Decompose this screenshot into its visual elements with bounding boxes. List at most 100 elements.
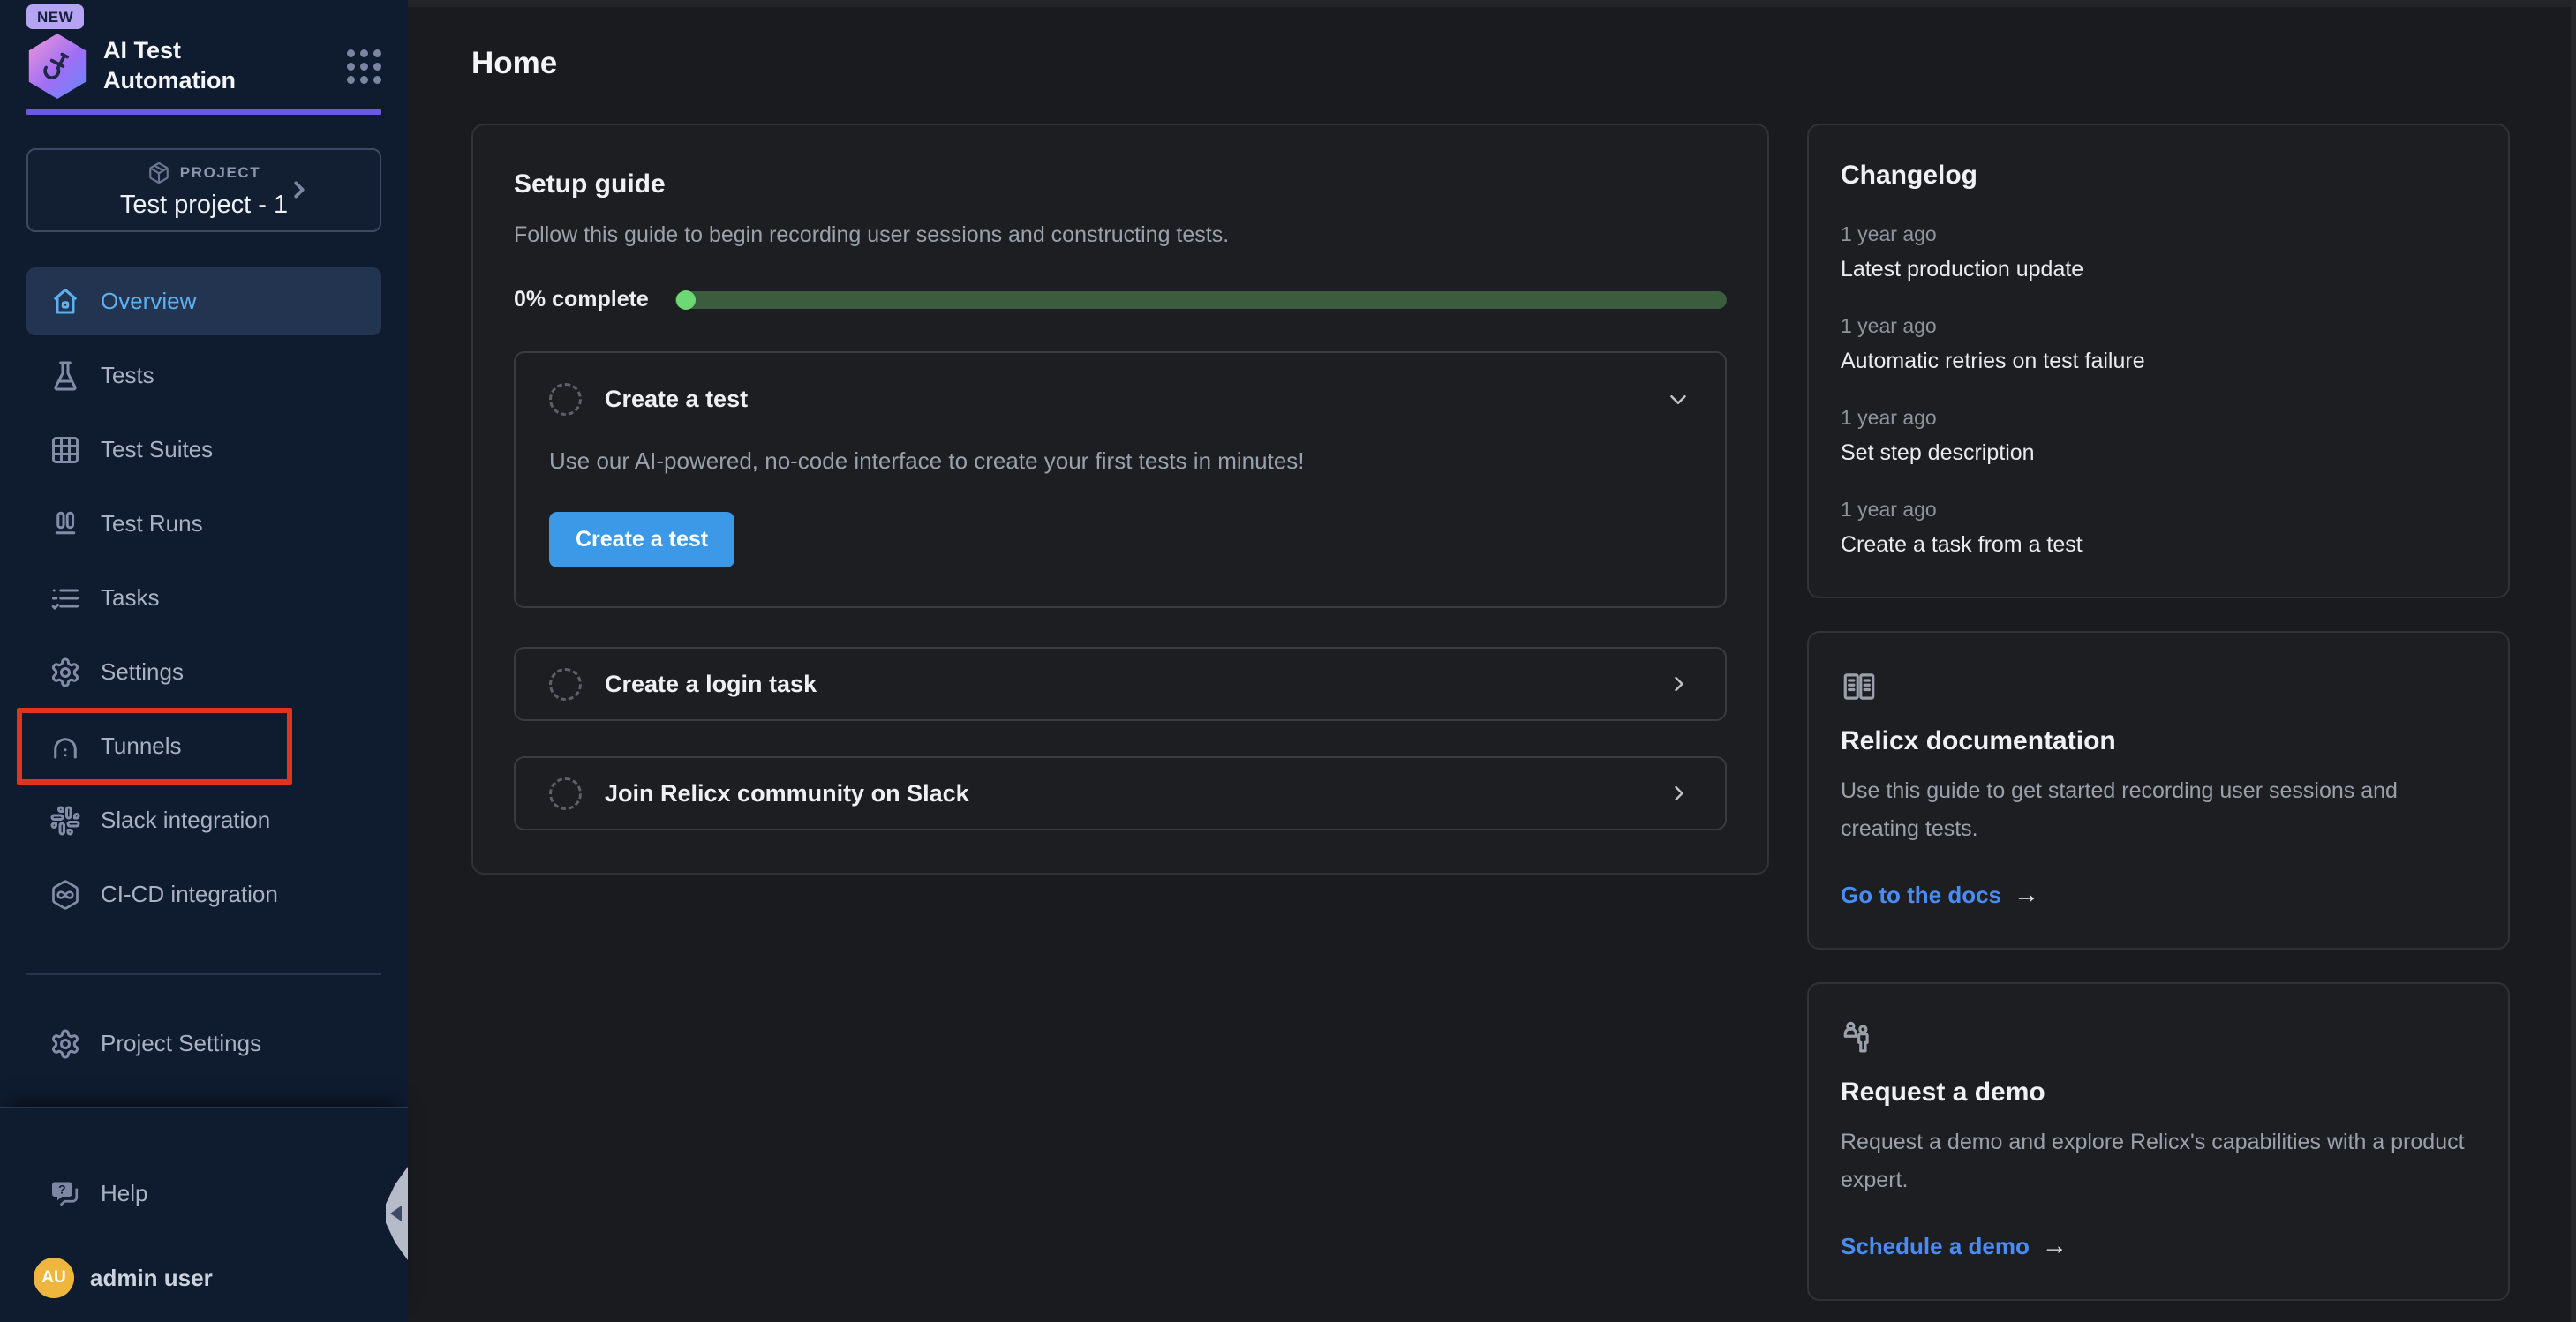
changelog-entry: 1 year ago Create a task from a test bbox=[1841, 498, 2476, 558]
progress-bar bbox=[675, 291, 1727, 309]
help-chat-icon: ? bbox=[49, 1178, 81, 1210]
task-list-icon bbox=[49, 582, 81, 614]
changelog-entry: 1 year ago Set step description bbox=[1841, 406, 2476, 466]
changelog-text: Create a task from a test bbox=[1841, 532, 2476, 558]
infinity-hexagon-icon bbox=[49, 879, 81, 911]
changelog-text: Set step description bbox=[1841, 440, 2476, 466]
sidebar-item-label: Settings bbox=[101, 658, 184, 686]
user-name: admin user bbox=[90, 1265, 213, 1292]
changelog-title: Changelog bbox=[1841, 161, 2476, 191]
setup-guide-card: Setup guide Follow this guide to begin r… bbox=[471, 124, 1769, 875]
documentation-description: Use this guide to get started recording … bbox=[1841, 772, 2476, 848]
sidebar-item-settings[interactable]: Settings bbox=[26, 638, 381, 706]
setup-step-join-slack-community[interactable]: Join Relicx community on Slack bbox=[514, 756, 1727, 830]
right-column: Changelog 1 year ago Latest production u… bbox=[1807, 124, 2510, 1301]
sidebar-item-label: Tests bbox=[101, 362, 154, 389]
arrow-right-icon: → bbox=[2042, 1234, 2068, 1259]
setup-progress: 0% complete bbox=[514, 287, 1727, 312]
app-title: AI Test Automation bbox=[103, 36, 276, 96]
sidebar-item-label: Overview bbox=[101, 288, 196, 315]
chevron-right-icon bbox=[1667, 672, 1691, 696]
go-to-docs-link-row[interactable]: Go to the docs → bbox=[1841, 882, 2476, 909]
app-logo-icon bbox=[26, 34, 88, 99]
sidebar-item-label: Slack integration bbox=[101, 807, 270, 834]
tunnel-icon bbox=[49, 731, 81, 762]
schedule-demo-link[interactable]: Schedule a demo bbox=[1841, 1233, 2030, 1260]
user-menu[interactable]: AU admin user bbox=[26, 1258, 381, 1298]
users-icon bbox=[1841, 1019, 2476, 1056]
new-badge: NEW bbox=[26, 4, 84, 29]
setup-step-header[interactable]: Create a test bbox=[549, 383, 1691, 416]
setup-step-title: Create a login task bbox=[605, 671, 817, 698]
svg-text:?: ? bbox=[58, 1183, 66, 1197]
changelog-entry: 1 year ago Automatic retries on test fai… bbox=[1841, 314, 2476, 374]
page-title: Home bbox=[471, 46, 2510, 81]
sidebar-item-label: CI-CD integration bbox=[101, 881, 278, 908]
setup-guide-title: Setup guide bbox=[514, 169, 1727, 199]
sidebar-item-overview[interactable]: Overview bbox=[26, 267, 381, 335]
project-label: PROJECT bbox=[180, 164, 261, 182]
incomplete-step-icon bbox=[549, 777, 582, 810]
setup-guide-description: Follow this guide to begin recording use… bbox=[514, 222, 1727, 248]
documentation-title: Relicx documentation bbox=[1841, 726, 2476, 756]
setup-step-create-a-test: Create a test Use our AI-powered, no-cod… bbox=[514, 351, 1727, 608]
progress-dot bbox=[676, 290, 696, 310]
request-demo-title: Request a demo bbox=[1841, 1078, 2476, 1108]
request-demo-description: Request a demo and explore Relicx's capa… bbox=[1841, 1123, 2476, 1199]
sidebar-item-test-suites[interactable]: Test Suites bbox=[26, 416, 381, 484]
request-demo-card: Request a demo Request a demo and explor… bbox=[1807, 982, 2510, 1301]
home-icon bbox=[49, 286, 81, 318]
changelog-text: Latest production update bbox=[1841, 257, 2476, 282]
open-book-icon bbox=[1841, 668, 2476, 705]
sidebar-item-tunnels[interactable]: Tunnels bbox=[26, 712, 381, 780]
sidebar-item-label: Tasks bbox=[101, 584, 159, 612]
changelog-card: Changelog 1 year ago Latest production u… bbox=[1807, 124, 2510, 598]
help-button[interactable]: ? Help bbox=[26, 1160, 381, 1228]
changelog-time: 1 year ago bbox=[1841, 314, 2476, 338]
setup-step-create-a-login-task[interactable]: Create a login task bbox=[514, 647, 1727, 721]
changelog-entry: 1 year ago Latest production update bbox=[1841, 222, 2476, 282]
go-to-docs-link[interactable]: Go to the docs bbox=[1841, 882, 2001, 909]
collapse-left-arrow-icon bbox=[390, 1206, 402, 1221]
table-grid-icon bbox=[49, 434, 81, 466]
gear-icon bbox=[49, 657, 81, 688]
create-a-test-button[interactable]: Create a test bbox=[549, 512, 734, 567]
sidebar-item-label: Test Runs bbox=[101, 510, 203, 537]
schedule-demo-link-row[interactable]: Schedule a demo → bbox=[1841, 1233, 2476, 1260]
documentation-card: Relicx documentation Use this guide to g… bbox=[1807, 631, 2510, 950]
brand-divider bbox=[26, 109, 381, 115]
main-content: Home Setup guide Follow this guide to be… bbox=[408, 0, 2576, 1322]
sidebar-item-slack-integration[interactable]: Slack integration bbox=[26, 786, 381, 854]
project-selector[interactable]: PROJECT Test project - 1 bbox=[26, 148, 381, 232]
chevron-right-icon bbox=[286, 177, 313, 203]
help-label: Help bbox=[101, 1180, 147, 1207]
sidebar-item-label: Project Settings bbox=[101, 1030, 261, 1057]
slack-icon bbox=[49, 805, 81, 837]
flask-icon bbox=[49, 360, 81, 392]
sidebar-item-cicd-integration[interactable]: CI-CD integration bbox=[26, 860, 381, 928]
sidebar: NEW AI Test Automation PROJECT Test proj bbox=[0, 0, 408, 1322]
project-name: Test project - 1 bbox=[120, 191, 288, 220]
chevron-right-icon bbox=[1667, 781, 1691, 806]
gear-icon bbox=[49, 1028, 81, 1060]
setup-step-description: Use our AI-powered, no-code interface to… bbox=[549, 447, 1691, 475]
sidebar-item-test-runs[interactable]: Test Runs bbox=[26, 490, 381, 558]
sidebar-item-tests[interactable]: Tests bbox=[26, 342, 381, 409]
incomplete-step-icon bbox=[549, 383, 582, 416]
chevron-down-icon[interactable] bbox=[1665, 387, 1691, 413]
sidebar-item-label: Test Suites bbox=[101, 436, 213, 463]
changelog-time: 1 year ago bbox=[1841, 498, 2476, 522]
sidebar-divider bbox=[26, 973, 381, 975]
setup-step-title: Join Relicx community on Slack bbox=[605, 780, 969, 807]
package-icon bbox=[147, 161, 170, 184]
sidebar-item-project-settings[interactable]: Project Settings bbox=[26, 1010, 381, 1078]
progress-label: 0% complete bbox=[514, 287, 649, 312]
changelog-time: 1 year ago bbox=[1841, 222, 2476, 246]
changelog-time: 1 year ago bbox=[1841, 406, 2476, 430]
app-logo-row: AI Test Automation bbox=[26, 34, 381, 99]
test-runs-icon bbox=[49, 508, 81, 540]
sidebar-item-label: Tunnels bbox=[101, 732, 182, 760]
sidebar-item-tasks[interactable]: Tasks bbox=[26, 564, 381, 632]
apps-grid-icon[interactable] bbox=[347, 49, 381, 84]
sidebar-nav: Overview Tests Test Suites bbox=[26, 267, 381, 1078]
